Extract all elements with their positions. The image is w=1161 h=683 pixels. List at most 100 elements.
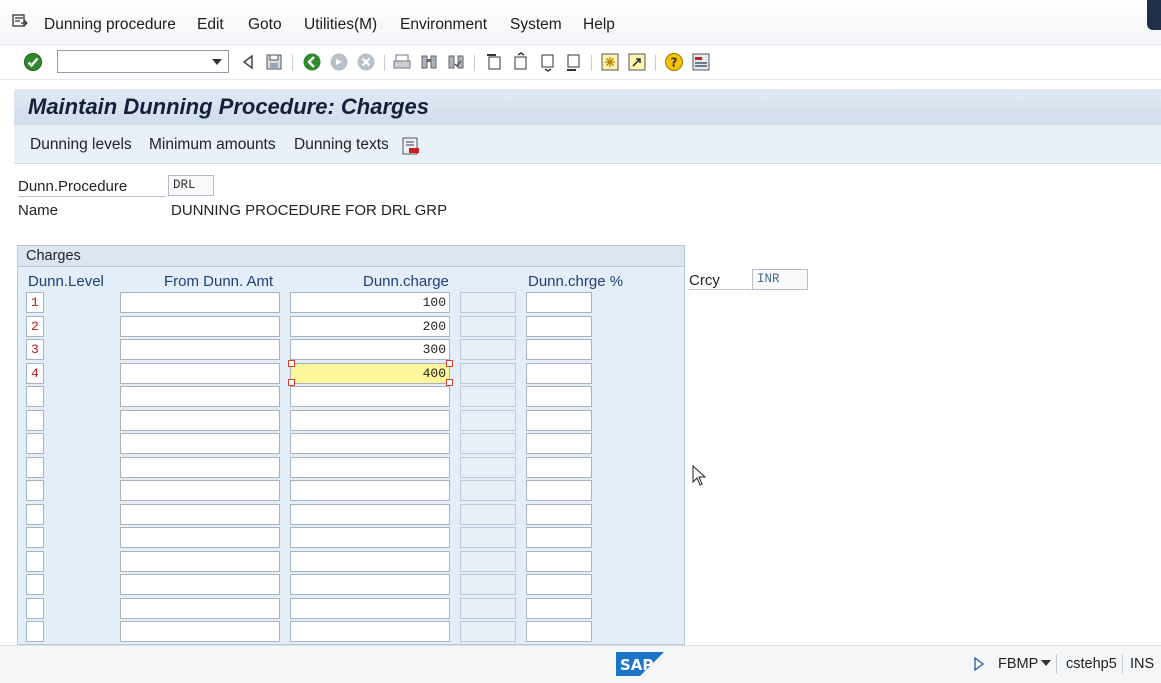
from-amount-cell[interactable] — [120, 574, 280, 595]
col-header-from-amount[interactable]: From Dunn. Amt — [164, 273, 273, 290]
from-amount-cell[interactable] — [120, 598, 280, 619]
dunning-level-cell[interactable] — [26, 527, 44, 548]
dunning-charge-cell[interactable] — [290, 410, 450, 431]
shortcut-icon[interactable] — [627, 52, 647, 72]
menu-edit[interactable]: Edit — [197, 16, 224, 34]
next-page-icon[interactable] — [537, 52, 557, 72]
charge-percent-cell[interactable] — [526, 316, 592, 337]
dunning-charge-cell[interactable] — [290, 457, 450, 478]
create-session-icon[interactable] — [600, 52, 620, 72]
dunning-level-cell[interactable]: 2 — [26, 316, 44, 337]
dunning-charge-cell[interactable] — [290, 551, 450, 572]
from-amount-cell[interactable] — [120, 363, 280, 384]
from-amount-cell[interactable] — [120, 316, 280, 337]
help-icon[interactable]: ? — [664, 52, 684, 72]
dunning-level-cell[interactable] — [26, 457, 44, 478]
charge-percent-cell[interactable] — [526, 457, 592, 478]
charge-percent-cell[interactable] — [526, 551, 592, 572]
exit-icon[interactable] — [329, 52, 349, 72]
currency-field[interactable]: INR — [752, 269, 808, 290]
dunning-charge-cell[interactable]: 300 — [290, 339, 450, 360]
charge-percent-cell[interactable] — [526, 504, 592, 525]
dunning-charge-cell[interactable] — [290, 621, 450, 642]
dunning-charge-cell[interactable] — [290, 433, 450, 454]
dunning-charge-cell[interactable] — [290, 386, 450, 407]
dunning-charge-cell[interactable] — [290, 574, 450, 595]
from-amount-cell[interactable] — [120, 292, 280, 313]
minimum-amounts-button[interactable]: Minimum amounts — [149, 136, 276, 154]
from-amount-cell[interactable] — [120, 527, 280, 548]
from-amount-cell[interactable] — [120, 433, 280, 454]
dunning-charge-cell[interactable] — [290, 527, 450, 548]
dunning-charge-cell[interactable] — [290, 480, 450, 501]
chevron-down-icon[interactable] — [212, 59, 222, 65]
last-page-icon[interactable] — [563, 52, 583, 72]
menu-utilities[interactable]: Utilities(M) — [304, 16, 377, 34]
chevron-down-icon[interactable] — [1041, 660, 1051, 666]
print-icon[interactable] — [392, 52, 412, 72]
dunning-level-cell[interactable] — [26, 433, 44, 454]
cancel-icon[interactable] — [356, 52, 376, 72]
dunning-charge-cell[interactable]: 400 — [290, 363, 450, 384]
dunning-charge-cell[interactable]: 200 — [290, 316, 450, 337]
dunning-level-cell[interactable]: 4 — [26, 363, 44, 384]
back-icon[interactable] — [238, 52, 258, 72]
charge-percent-cell[interactable] — [526, 480, 592, 501]
charge-percent-cell[interactable] — [526, 598, 592, 619]
menu-system[interactable]: System — [510, 16, 562, 34]
menu-dunning-procedure[interactable]: Dunning procedure — [44, 16, 176, 34]
dunning-charge-cell[interactable]: 100 — [290, 292, 450, 313]
menu-goto[interactable]: Goto — [248, 16, 282, 34]
charge-percent-cell[interactable] — [526, 527, 592, 548]
col-header-level[interactable]: Dunn.Level — [28, 273, 104, 290]
from-amount-cell[interactable] — [120, 410, 280, 431]
dunning-level-cell[interactable] — [26, 386, 44, 407]
charge-percent-cell[interactable] — [526, 386, 592, 407]
menu-environment[interactable]: Environment — [400, 16, 487, 34]
previous-page-icon[interactable] — [510, 52, 530, 72]
from-amount-cell[interactable] — [120, 504, 280, 525]
charge-percent-cell[interactable] — [526, 292, 592, 313]
save-icon[interactable] — [264, 52, 284, 72]
from-amount-cell[interactable] — [120, 386, 280, 407]
first-page-icon[interactable] — [484, 52, 504, 72]
menu-icon[interactable] — [12, 14, 28, 28]
command-field[interactable] — [57, 50, 229, 73]
procedure-field[interactable]: DRL — [168, 175, 214, 196]
dunning-texts-button[interactable]: Dunning texts — [294, 136, 389, 154]
dunning-level-cell[interactable]: 1 — [26, 292, 44, 313]
charge-percent-cell[interactable] — [526, 433, 592, 454]
dunning-level-cell[interactable] — [26, 621, 44, 642]
dunning-level-cell[interactable] — [26, 480, 44, 501]
dunning-levels-button[interactable]: Dunning levels — [30, 136, 132, 154]
back-green-icon[interactable] — [302, 52, 322, 72]
dunning-charge-cell[interactable] — [290, 504, 450, 525]
charge-percent-cell[interactable] — [526, 410, 592, 431]
enter-icon[interactable] — [23, 52, 43, 72]
delete-entry-icon[interactable] — [401, 136, 421, 156]
col-header-charge-pct[interactable]: Dunn.chrge % — [528, 273, 623, 290]
status-expand-icon[interactable] — [974, 657, 984, 671]
dunning-level-cell[interactable] — [26, 504, 44, 525]
from-amount-cell[interactable] — [120, 551, 280, 572]
dunning-charge-cell[interactable] — [290, 598, 450, 619]
dunning-level-cell[interactable] — [26, 551, 44, 572]
dunning-level-cell[interactable]: 3 — [26, 339, 44, 360]
charge-percent-cell[interactable] — [526, 339, 592, 360]
find-icon[interactable] — [419, 52, 439, 72]
dunning-level-cell[interactable] — [26, 410, 44, 431]
dunning-level-cell[interactable] — [26, 598, 44, 619]
charge-percent-cell[interactable] — [526, 574, 592, 595]
col-header-charge[interactable]: Dunn.charge — [363, 273, 449, 290]
from-amount-cell[interactable] — [120, 457, 280, 478]
dunning-level-cell[interactable] — [26, 574, 44, 595]
currency-cell — [460, 621, 516, 642]
from-amount-cell[interactable] — [120, 621, 280, 642]
charge-percent-cell[interactable] — [526, 621, 592, 642]
menu-help[interactable]: Help — [583, 16, 615, 34]
layout-menu-icon[interactable] — [691, 52, 711, 72]
from-amount-cell[interactable] — [120, 339, 280, 360]
find-next-icon[interactable] — [446, 52, 466, 72]
charge-percent-cell[interactable] — [526, 363, 592, 384]
from-amount-cell[interactable] — [120, 480, 280, 501]
